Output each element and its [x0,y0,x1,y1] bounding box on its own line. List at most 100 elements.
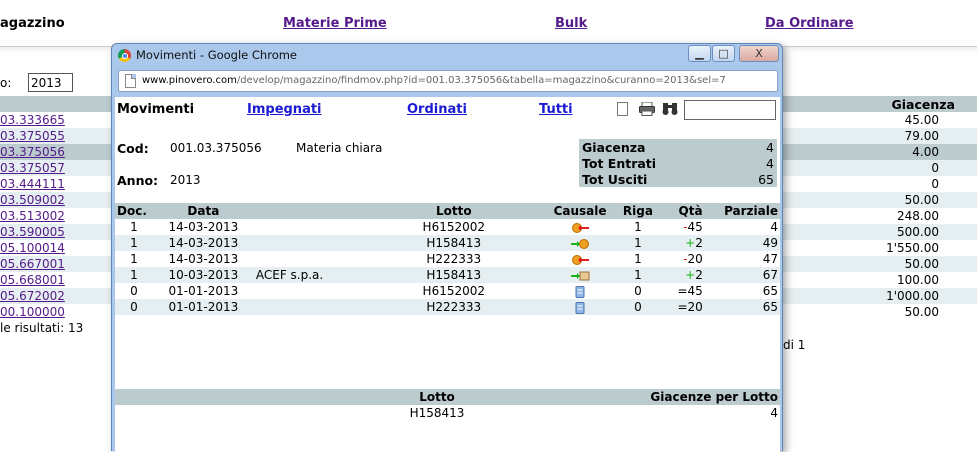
item-code-link[interactable]: 05.668001 [0,273,65,287]
movement-doc: 1 [130,236,138,250]
popup-content: Movimenti Impegnati Ordinati Tutti Cod: … [115,97,780,452]
qta-value: 45 [687,220,703,234]
item-code-link[interactable]: 03.375056 [0,145,65,159]
qta-value: 2 [695,268,703,282]
movement-date: 01-01-2013 [168,284,239,298]
movement-qta: -20 [664,251,717,267]
item-code-link[interactable]: 03.375057 [0,161,65,175]
giacenza-value: 4.00 [912,145,939,159]
movement-parziale: 47 [762,252,778,266]
giacenza-value: 50.00 [904,193,939,207]
movement-row: 1 14-03-2013 H158413 1 +2 49 [115,235,780,251]
giacenza-value: 500.00 [897,225,939,239]
movement-lotto: H158413 [426,236,482,250]
minimize-button[interactable]: ▁ [688,45,711,62]
summary-label: Giacenza [579,139,735,155]
giacenza-value: 1'550.00 [886,241,939,255]
movement-parziale: 65 [762,284,778,298]
url-text[interactable]: www.pinovero.com/develop/magazzino/findm… [142,75,726,86]
inventory-icon [570,285,590,298]
print-icon[interactable] [639,101,655,116]
new-document-icon[interactable] [617,102,628,116]
item-code-link[interactable]: 00.100000 [0,305,65,319]
outgoing-shipment-icon [570,254,590,266]
movement-row: 0 01-01-2013 H6152002 0 =45 65 [115,283,780,299]
result-count: le risultati: 13 [0,321,84,335]
movement-row: 1 14-03-2013 H222333 1 -20 47 [115,251,780,267]
movement-causale [548,219,611,235]
movement-doc: 0 [130,300,138,314]
qta-value: 45 [687,284,703,298]
chrome-icon [118,49,131,62]
movement-client: ACEF s.p.a. [255,268,324,282]
giacenza-value: 1'000.00 [886,289,939,303]
year-input[interactable] [28,73,73,92]
qta-sign: + [685,268,696,282]
binoculars-icon[interactable] [662,102,678,116]
qta-value: 2 [695,236,703,250]
movement-riga: 0 [634,300,642,314]
movement-doc: 0 [130,284,138,298]
item-code-link[interactable]: 03.513002 [0,209,65,223]
summary-value: 4 [734,155,777,171]
item-code-link[interactable]: 03.375055 [0,129,65,143]
movements-header-row: Doc. Data Lotto Causale Riga Qtà Parzial… [115,203,780,219]
col-parziale: Parziale [724,204,778,218]
summary-row: Tot Entrati 4 [579,155,777,171]
tab-tutti[interactable]: Tutti [539,102,573,117]
qta-sign: = [677,300,688,314]
year-label: o: [0,76,12,90]
incoming-box-icon [570,270,590,282]
col-causale: Causale [553,204,607,218]
item-code-link[interactable]: 03.333665 [0,113,65,127]
movement-causale [548,267,611,283]
movement-causale [548,235,611,251]
item-code-link[interactable]: 03.590005 [0,225,65,239]
window-titlebar[interactable]: Movimenti - Google Chrome ▁ □ X [112,44,782,67]
search-input[interactable] [684,100,776,120]
nav-bulk[interactable]: Bulk [555,16,587,31]
movement-riga: 0 [634,284,642,298]
movement-doc: 1 [130,268,138,282]
movement-parziale: 4 [770,220,778,234]
maximize-button[interactable]: □ [712,45,735,62]
tab-impegnati[interactable]: Impegnati [247,102,322,117]
summary-label: Tot Usciti [579,171,735,187]
item-code-link[interactable]: 05.667001 [0,257,65,271]
col-qta: Qtà [678,204,703,218]
movement-date: 01-01-2013 [168,300,239,314]
nav-materie-prime[interactable]: Materie Prime [283,16,387,31]
giacenza-value: 100.00 [897,273,939,287]
movement-lotto: H158413 [426,268,482,282]
movement-parziale: 67 [762,268,778,282]
item-code-link[interactable]: 03.509002 [0,193,65,207]
summary-label: Tot Entrati [579,155,735,171]
giacenza-value: 45.00 [904,113,939,127]
giacenza-header: Giacenza [891,97,955,112]
movement-causale [548,299,611,315]
giacenza-value: 50.00 [904,305,939,319]
movement-lotto: H6152002 [422,284,486,298]
movement-riga: 1 [634,268,642,282]
page-title: agazzino [0,16,65,31]
close-button[interactable]: X [739,45,779,62]
movement-date: 14-03-2013 [168,236,239,250]
item-code-link[interactable]: 05.100014 [0,241,65,255]
qta-sign: = [677,284,688,298]
address-bar[interactable]: www.pinovero.com/develop/magazzino/findm… [118,70,778,92]
item-code-link[interactable]: 03.444111 [0,177,65,191]
lots-table: Lotto Giacenze per Lotto H158413 4 [115,389,780,421]
nav-da-ordinare[interactable]: Da Ordinare [765,16,854,31]
col-giacenze-per-lotto: Giacenze per Lotto [650,390,778,404]
tab-ordinati[interactable]: Ordinati [407,102,467,117]
col-doc: Doc. [117,204,147,218]
cod-value: 001.03.375056 [170,141,262,155]
movement-row: 1 10-03-2013 ACEF s.p.a. H158413 1 +2 67 [115,267,780,283]
lot-code: H158413 [409,406,465,420]
page-icon [125,74,136,88]
qta-value: 20 [687,252,703,266]
summary-table: Giacenza 4 Tot Entrati 4 Tot Usciti 65 [579,139,777,187]
col-data: Data [187,204,220,218]
item-code-link[interactable]: 05.672002 [0,289,65,303]
movement-client [254,251,359,267]
